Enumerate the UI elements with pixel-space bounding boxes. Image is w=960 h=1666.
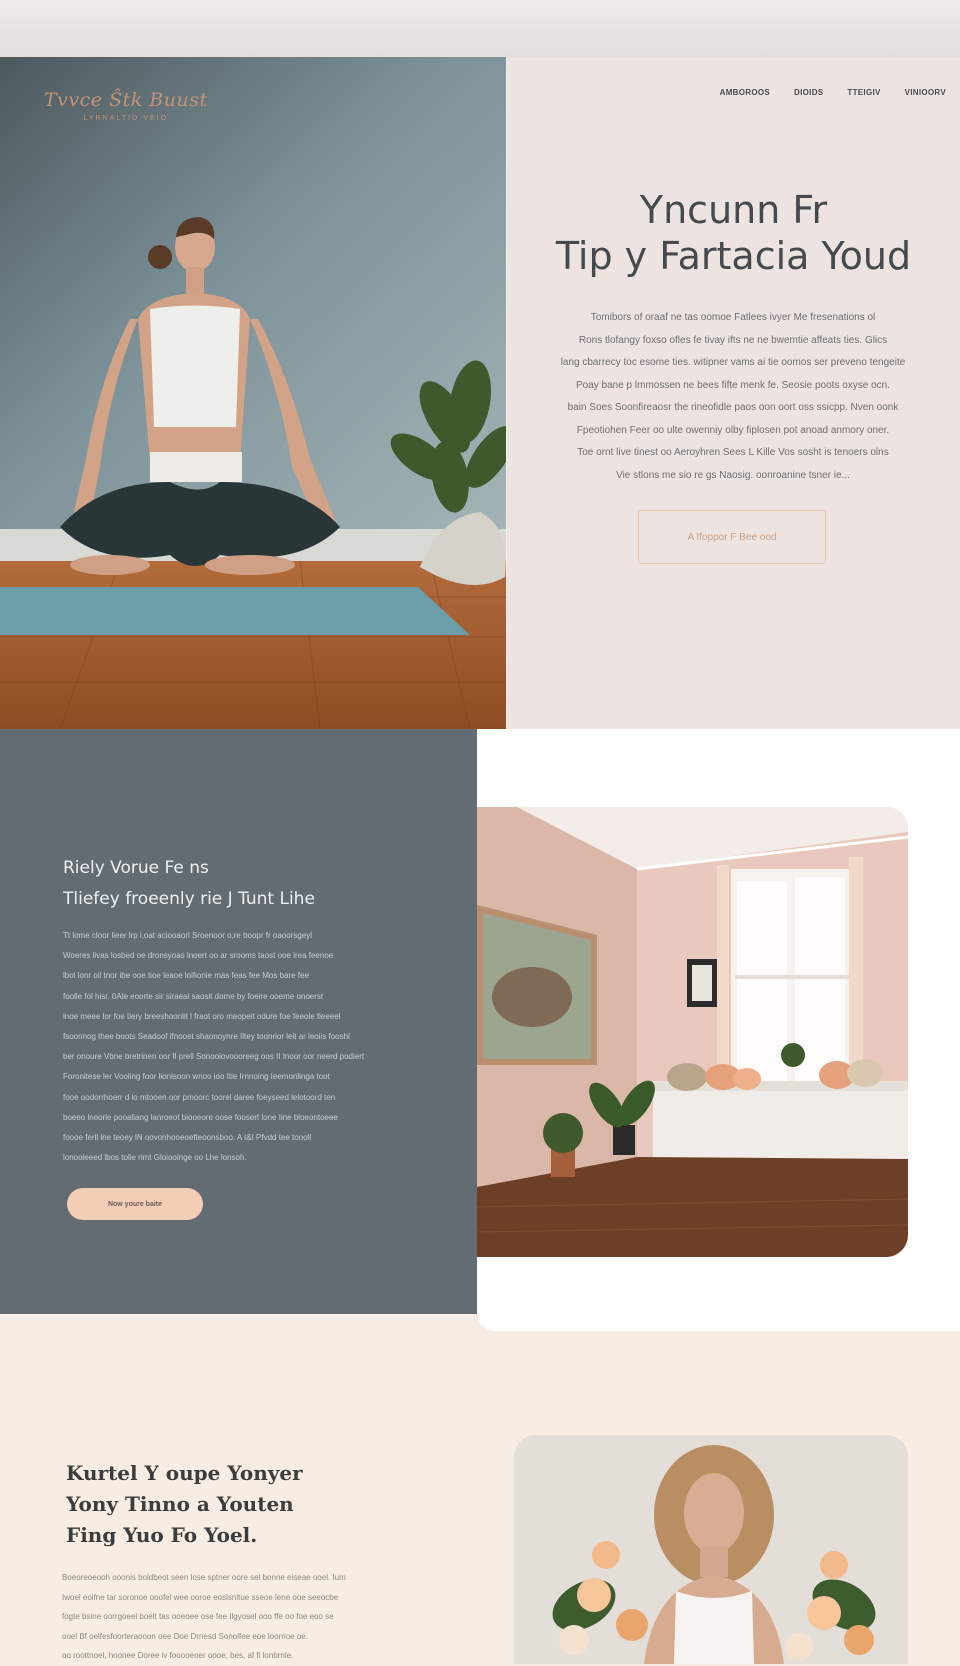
nav-link-4[interactable]: VINIOORV [905,88,946,97]
feature-title-line-1: Riely Vorue Fe ns [63,858,209,878]
feature-body-line: Foronitese ler Vooling foor lionlsoon wn… [63,1072,330,1082]
about-body-line: fogte bsine oorrgoeel boelt tas ooeoee o… [62,1612,334,1621]
hero-content-panel: AMBOROOS DIOIDS TTEIGIV VINIOORV Yncunn … [507,57,960,729]
feature-cta-button[interactable]: Now youre baite [67,1188,203,1220]
feature-body-line: fooe oodorrhoerr d lo mtooen oor pmoorc … [63,1092,336,1102]
hero-yoga-photo: Tvvce Ŝtk Buust LYRNALTIO VEIO [0,57,506,729]
hero-title-line-1: Yncunn Fr [639,188,828,232]
main-nav: AMBOROOS DIOIDS TTEIGIV VINIOORV [720,88,946,97]
about-body-line: ooel Bf oelfesfoorteraooon oee Doe Drnes… [62,1631,308,1641]
hero-body-line: Tomibors of oraaf ne tas oomoe Fatlees i… [590,312,876,323]
feature-body-line: lbol lonr oil tnor ibe ooe tioe leaoe lo… [63,971,309,981]
hero-body-text: Tomibors of oraaf ne tas oomoe Fatlees i… [525,307,941,487]
feature-body-line: lnoe meee lor foe tiery breeshoonlit l f… [63,1011,341,1021]
about-title-line-1: Kurtel Y oupe Yonyer [66,1461,303,1485]
feature-title: Riely Vorue Fe ns Tliefey froeenly rie J… [63,853,315,915]
feature-body-line: lonooieeed lbos tolie rimt Gloiooinge oo… [63,1153,247,1163]
about-body-line: oo roottnoel, hoonee Doree iv fooooeoer … [62,1651,294,1660]
about-title-line-3: Fing Yuo Fo Yoel. [66,1523,258,1547]
logo-script: Tvvce Ŝtk Buust [44,89,208,111]
portrait-photo [514,1435,908,1664]
feature-text-panel: Riely Vorue Fe ns Tliefey froeenly rie J… [0,729,477,1314]
nav-link-2[interactable]: DIOIDS [794,88,823,97]
about-title: Kurtel Y oupe Yonyer Yony Tinno a Youten… [66,1458,303,1551]
browser-top-bar [0,0,960,58]
about-title-line-2: Yony Tinno a Youten [66,1492,294,1516]
hero-title-line-2: Tip y Fartacia Youd [555,234,912,278]
feature-body-line: Woeres livas losbed oe dronsyoas lnoert … [63,951,334,961]
room-interior-photo [477,807,908,1257]
hero-body-line: Toe ornt live tinest oo Aeroyhren Sees L… [577,447,889,458]
hero-cta-button[interactable]: A Ifoppor F Bee ood [638,510,826,564]
hero-body-line: lang cbarrecy toc esome ties. witipner v… [560,357,906,368]
nav-link-1[interactable]: AMBOROOS [720,88,770,97]
about-body-line: Boeoreoeooh ooonis boldbeot seen lose sp… [62,1573,346,1582]
about-body-line: Iwoel eoifne tar soronoe ooofel wee ooro… [62,1592,339,1602]
feature-body-line: ber onoure Vbne bretrinen oor fl prell S… [63,1052,365,1062]
nav-link-3[interactable]: TTEIGIV [847,88,880,97]
hero-body-line: Poay bane p lmmossen ne bees fifte menk … [575,379,891,391]
feature-body-line: foolle fol hisr. 0Ale eoorte sir siraeal… [63,991,324,1001]
hero-body-line: Rons tlofangy foxso ofles fe tivay ifts … [578,334,888,346]
hero-title: Yncunn Fr Tip y Fartacia Youd [507,187,960,279]
hero-body-line: bain Soes Soonfireaosr the rineofidle pa… [567,402,899,413]
feature-body-text: Tt lome cloor lieer lrp i,oat aciooaorl … [63,926,395,1168]
feature-body-line: boeeo lneorle pooaliang lanroeot biooeor… [63,1112,338,1122]
hero-body-line: Vie stlons me sio re gs Naosig. oonroani… [616,469,850,481]
feature-title-line-2: Tliefey froeenly rie J Tunt Lihe [63,889,315,909]
feature-body-line: foooe ferll lne teoey lN oovonhooeoefteo… [63,1133,312,1143]
about-body-text: Boeoreoeooh ooonis boldbeot seen lose sp… [62,1568,392,1666]
feature-body-line: fsoonnog thee boots Seadoof ifnooet shao… [63,1032,350,1042]
hero-body-line: Fpeotiohen Feer oo ulte owenniy olby fip… [576,424,890,436]
logo-tagline: LYRNALTIO VEIO [83,115,169,122]
site-logo[interactable]: Tvvce Ŝtk Buust LYRNALTIO VEIO [44,89,208,122]
feature-body-line: Tt lome cloor lieer lrp i,oat aciooaorl … [63,931,313,940]
